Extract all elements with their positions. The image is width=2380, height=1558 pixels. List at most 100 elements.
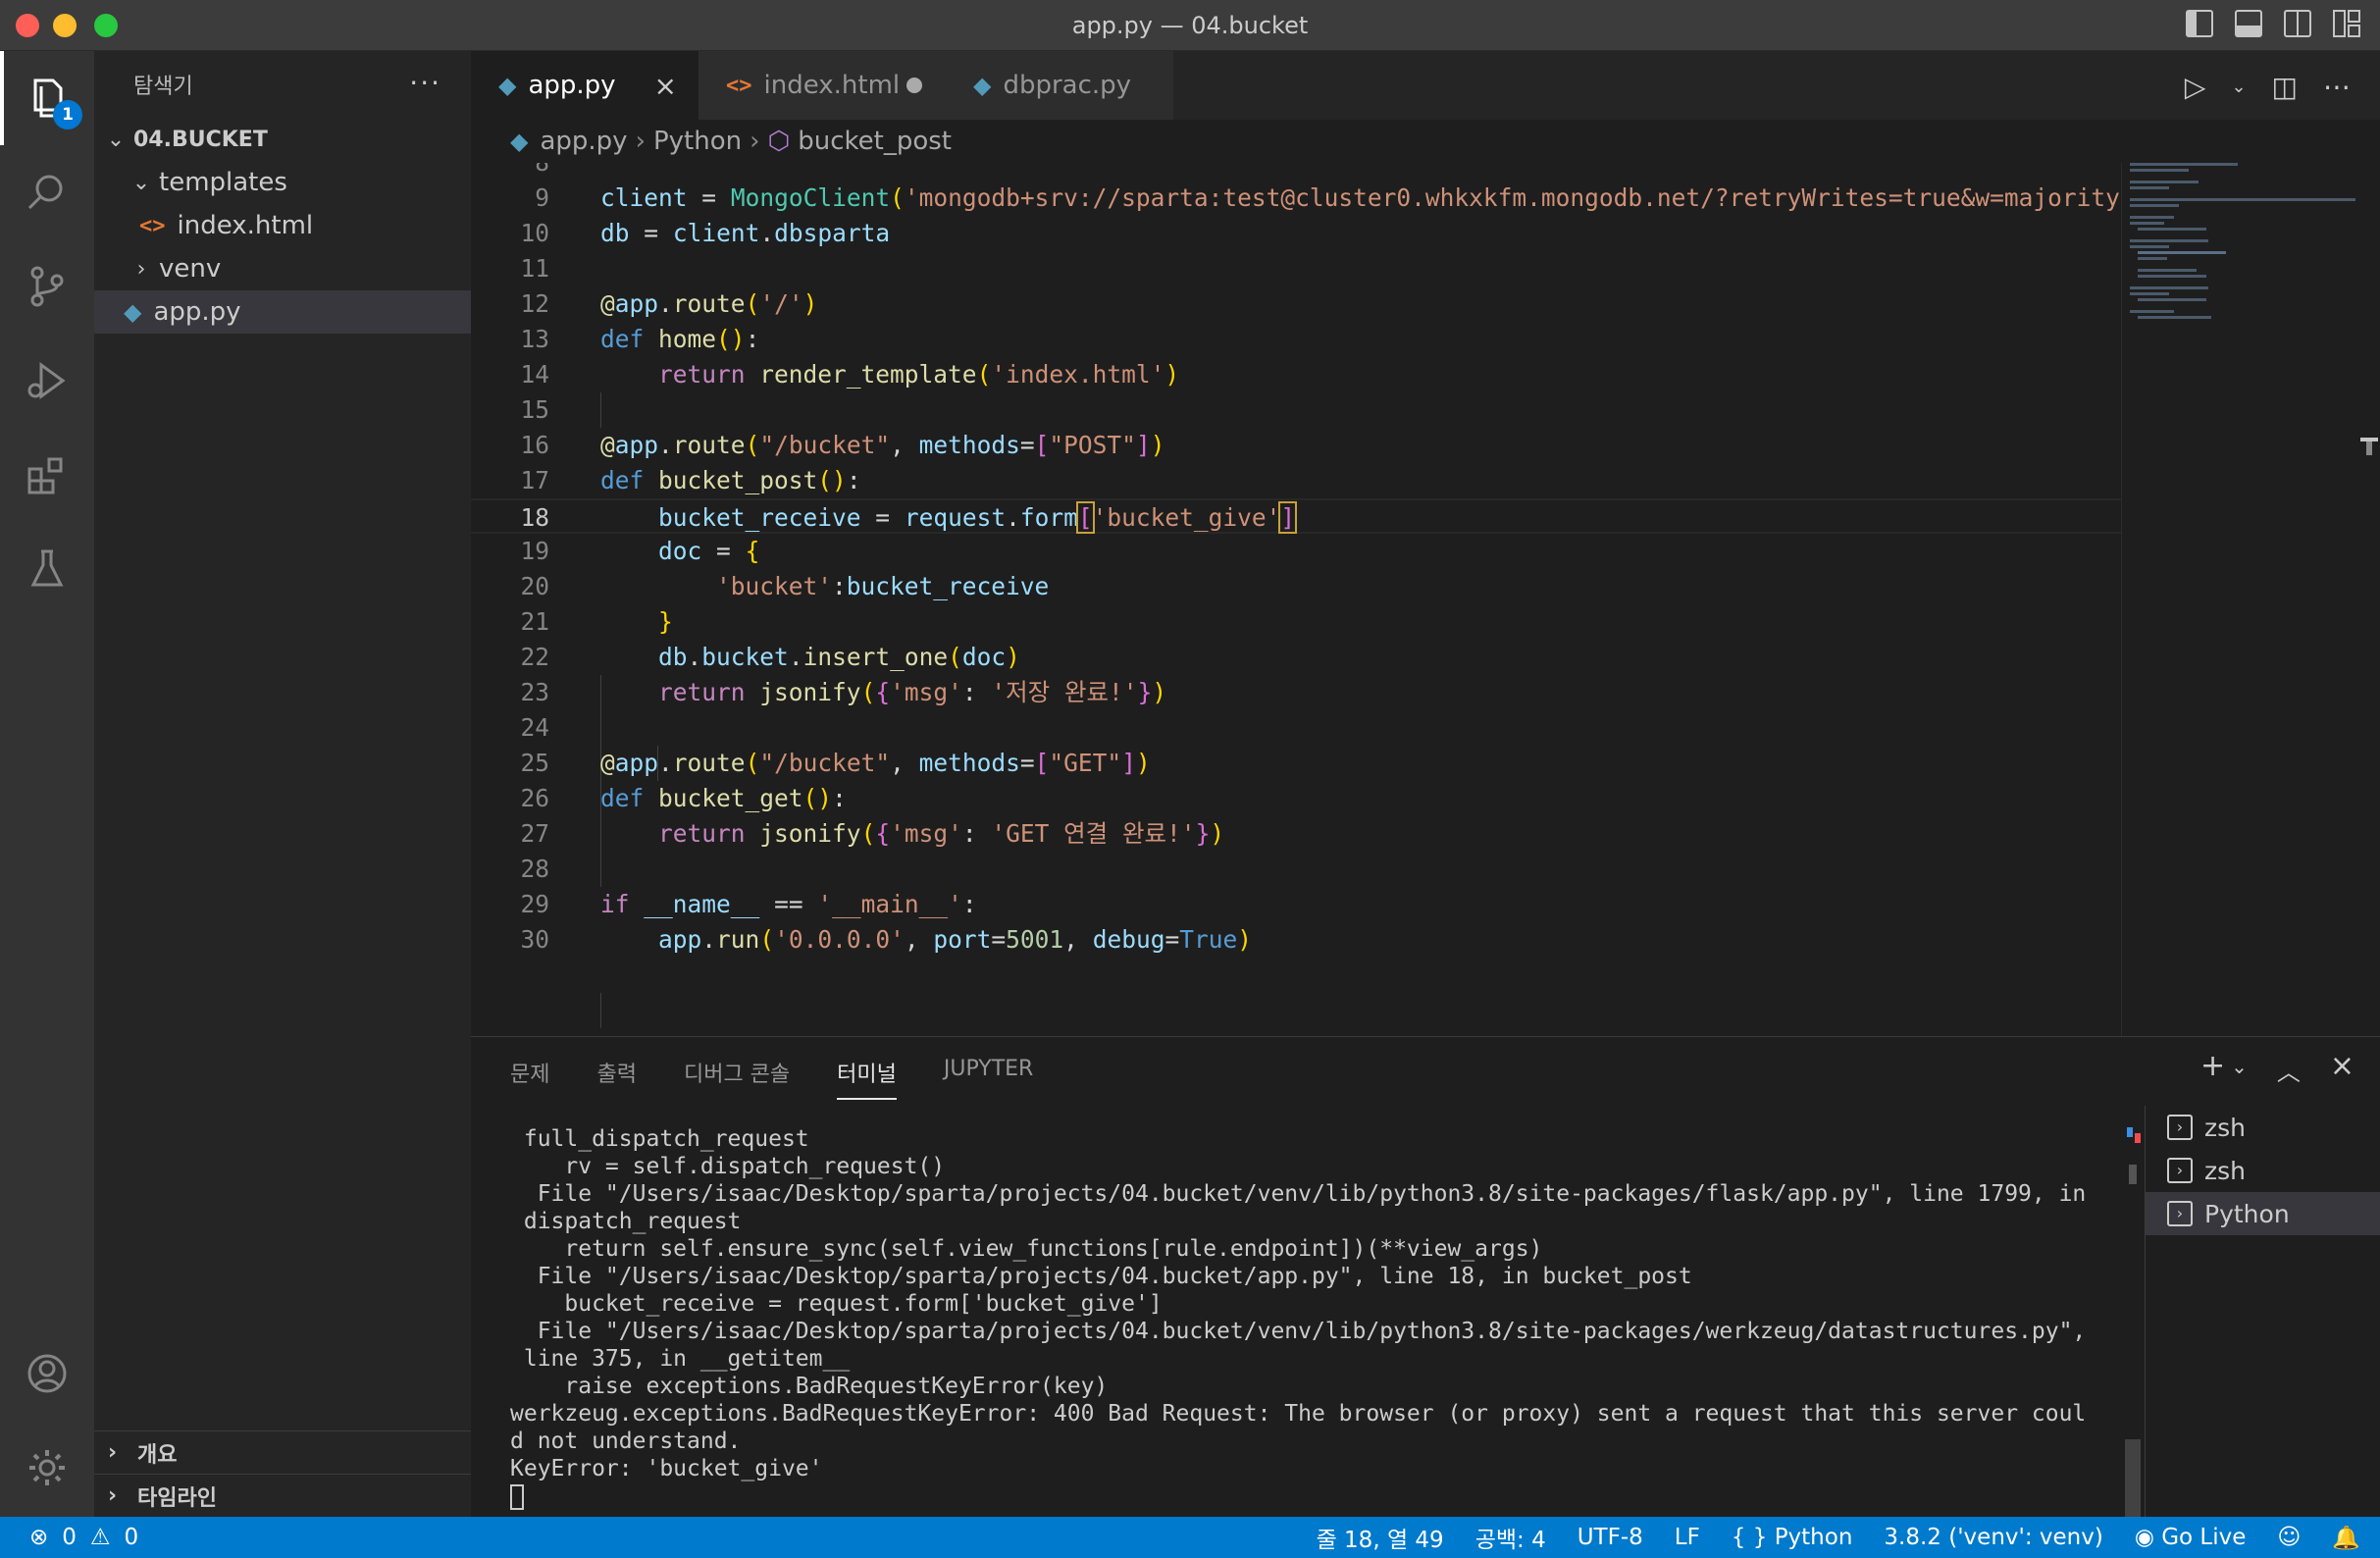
status-problems[interactable]: ⊗ 0 ⚠ 0: [29, 1525, 138, 1550]
tab-terminal[interactable]: 터미널: [837, 1057, 897, 1100]
panel-tabs: 문제 출력 디버그 콘솔 터미널 JUPYTER: [510, 1057, 1033, 1100]
braces-icon: { }: [1731, 1525, 1768, 1550]
terminal-line: File "/Users/isaac/Desktop/sparta/projec…: [510, 1319, 2087, 1344]
new-terminal-icon[interactable]: +: [2200, 1049, 2225, 1087]
terminal-line: return self.ensure_sync(self.view_functi…: [510, 1236, 1543, 1262]
unsaved-dot-icon[interactable]: [906, 78, 922, 93]
code-line: 21 }: [520, 607, 673, 636]
go-live-button[interactable]: ◉ Go Live: [2135, 1525, 2247, 1550]
breadcrumb-symbol[interactable]: bucket_post: [798, 127, 952, 156]
terminal-list: › zsh › zsh › Python: [2145, 1106, 2380, 1518]
split-editor-icon[interactable]: ◫: [2272, 71, 2298, 103]
tab-jupyter[interactable]: JUPYTER: [944, 1057, 1033, 1100]
activity-bar: 1: [0, 51, 94, 1517]
code-line-current: 18 bucket_receive = request.form['bucket…: [471, 498, 2121, 534]
cursor-position[interactable]: 줄 18, 열 49: [1317, 1521, 1444, 1554]
chevron-down-icon[interactable]: ⌄: [2231, 77, 2246, 97]
tree-item-app-py[interactable]: ◆ app.py: [94, 290, 471, 334]
toggle-panel-icon[interactable]: [2235, 10, 2262, 37]
code-editor[interactable]: 8 9client = MongoClient('mongodb+srv://s…: [471, 163, 2121, 1036]
tab-output[interactable]: 출력: [596, 1057, 636, 1100]
testing-icon[interactable]: [0, 522, 94, 616]
terminal-output[interactable]: full_dispatch_request rv = self.dispatch…: [510, 1125, 2139, 1518]
indentation[interactable]: 공백: 4: [1475, 1521, 1546, 1554]
bottom-panel: 문제 출력 디버그 콘솔 터미널 JUPYTER + ⌄ ︿ × full_di…: [471, 1036, 2380, 1518]
feedback-icon[interactable]: ☺: [2277, 1525, 2301, 1550]
run-debug-icon[interactable]: [0, 334, 94, 428]
terminal-item-python[interactable]: › Python: [2146, 1192, 2380, 1235]
terminal-line: werkzeug.exceptions.BadRequestKeyError: …: [510, 1401, 2087, 1427]
source-control-icon[interactable]: [0, 239, 94, 334]
breadcrumb-separator-icon: ›: [750, 127, 760, 156]
breadcrumb-language[interactable]: Python: [653, 127, 742, 156]
search-icon[interactable]: [0, 145, 94, 239]
code-line: 17 def bucket_post():: [520, 466, 861, 494]
toggle-primary-sidebar-icon[interactable]: [2186, 10, 2213, 37]
terminal-item-zsh[interactable]: › zsh: [2146, 1149, 2380, 1192]
code-line: 11: [520, 254, 549, 283]
toggle-secondary-sidebar-icon[interactable]: [2284, 10, 2311, 37]
tab-app-py[interactable]: ◆ app.py ×: [471, 51, 698, 120]
language-mode[interactable]: { } Python: [1732, 1525, 1853, 1550]
code-line: 8: [471, 163, 2121, 181]
terminal-icon: ›: [2167, 1201, 2193, 1226]
timeline-section[interactable]: › 타임라인: [94, 1474, 471, 1517]
close-icon[interactable]: ×: [654, 70, 677, 102]
python-interpreter[interactable]: 3.8.2 ('venv': venv): [1884, 1525, 2102, 1550]
outline-section[interactable]: › 개요: [94, 1430, 471, 1474]
tab-problems[interactable]: 문제: [510, 1057, 549, 1100]
minimap[interactable]: [2121, 163, 2364, 1036]
terminal-icon: ›: [2167, 1158, 2193, 1183]
chevron-down-icon[interactable]: ⌄: [2231, 1055, 2248, 1087]
settings-gear-icon[interactable]: [0, 1421, 94, 1515]
tree-item-templates[interactable]: ⌄ templates: [94, 161, 471, 204]
explorer-icon[interactable]: 1: [0, 51, 94, 145]
code-line: 29 if __name__ == '__main__':: [520, 890, 977, 918]
tree-item-index-html[interactable]: <> index.html: [94, 204, 471, 247]
breadcrumb: ◆ app.py › Python › ⬡ bucket_post: [471, 120, 2380, 163]
chevron-down-icon: ⌄: [131, 170, 151, 195]
terminal-line: full_dispatch_request: [510, 1126, 809, 1152]
warning-count: 0: [124, 1525, 139, 1550]
chevron-right-icon: ›: [108, 1440, 118, 1465]
end-of-line[interactable]: LF: [1675, 1525, 1700, 1550]
accounts-icon[interactable]: [0, 1326, 94, 1421]
run-icon[interactable]: ▷: [2185, 71, 2206, 103]
terminal-line: bucket_receive = request.form['bucket_gi…: [510, 1291, 1163, 1317]
code-line: 13 def home():: [520, 325, 760, 353]
code-line: 28: [520, 855, 549, 883]
workspace-folder[interactable]: ⌄ 04.BUCKET: [94, 118, 471, 161]
tree-item-label: venv: [159, 254, 222, 284]
extensions-icon[interactable]: [0, 428, 94, 522]
window-title: app.py — 04.bucket: [1071, 12, 1309, 39]
breadcrumb-file[interactable]: app.py: [540, 127, 627, 156]
terminal-line: File "/Users/isaac/Desktop/sparta/projec…: [510, 1264, 1692, 1289]
html-file-icon: <>: [726, 73, 752, 98]
explorer-badge: 1: [53, 100, 82, 130]
encoding[interactable]: UTF-8: [1578, 1525, 1643, 1550]
close-panel-icon[interactable]: ×: [2330, 1049, 2354, 1087]
explorer-sidebar: 탐색기 ··· ⌄ 04.BUCKET ⌄ templates <> index…: [94, 51, 471, 1517]
tree-item-venv[interactable]: › venv: [94, 247, 471, 290]
terminal-line: raise exceptions.BadRequestKeyError(key): [510, 1374, 1109, 1399]
maximize-panel-icon[interactable]: ︿: [2277, 1053, 2301, 1087]
editor-scrollbar[interactable]: [2358, 163, 2380, 1036]
tab-dbprac-py[interactable]: ◆ dbprac.py: [946, 51, 1173, 120]
tab-debug-console[interactable]: 디버그 콘솔: [684, 1057, 790, 1100]
notifications-bell-icon[interactable]: 🔔: [2332, 1525, 2360, 1551]
warning-icon: ⚠: [89, 1525, 111, 1550]
tree-item-label: app.py: [153, 297, 241, 327]
terminal-item-zsh[interactable]: › zsh: [2146, 1106, 2380, 1149]
more-actions-icon[interactable]: ⋯: [2323, 71, 2351, 103]
terminal-line: dispatch_request: [510, 1209, 742, 1234]
tab-index-html[interactable]: <> index.html: [698, 51, 946, 120]
explorer-header: 탐색기 ···: [94, 51, 471, 118]
terminal-line: d not understand.: [510, 1428, 742, 1454]
code-line: 10 db = client.dbsparta: [520, 219, 891, 247]
panel-actions: + ⌄ ︿ ×: [2200, 1049, 2354, 1087]
customize-layout-icon[interactable]: [2333, 10, 2360, 37]
terminal-prompt[interactable]: [510, 1482, 2139, 1510]
code-line: 27 return jsonify({'msg': 'GET 연결 완료!'}): [520, 819, 1225, 848]
more-actions-icon[interactable]: ···: [409, 67, 441, 99]
terminal-scrollbar[interactable]: [2125, 1125, 2141, 1518]
